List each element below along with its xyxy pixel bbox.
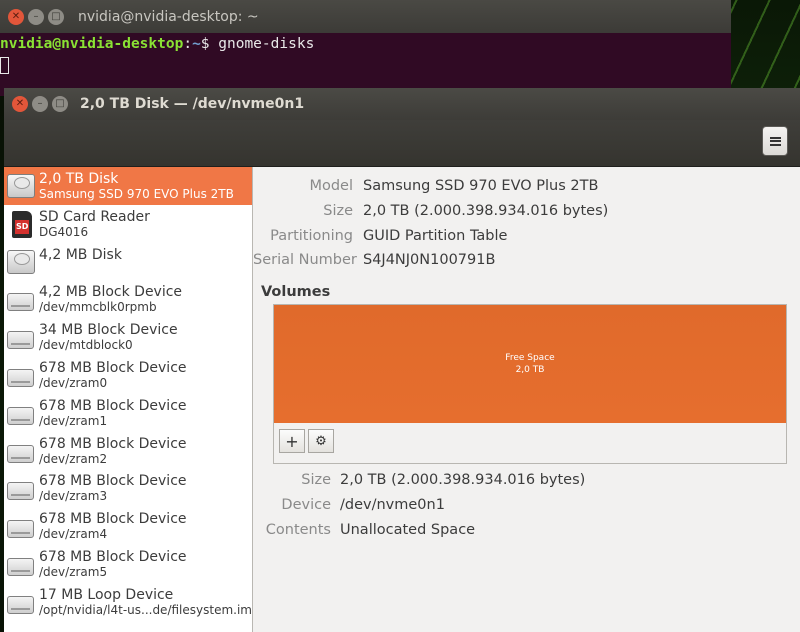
drive-icon [6,474,36,502]
drive-icon [6,323,36,351]
plus-icon: + [285,431,299,451]
device-list-item[interactable]: 678 MB Block Device/dev/zram0 [4,356,252,394]
device-detail: /dev/zram5 [39,564,108,579]
hamburger-menu-icon [769,136,781,146]
partitioning-label: Partitioning [270,228,353,244]
device-name: SD Card Reader [39,208,150,225]
device-list-item[interactable]: 4,2 MB Disk [4,243,252,281]
terminal-line: nvidia@nvidia-desktop:~$ gnome-disks [0,36,731,52]
device-list-item[interactable]: 34 MB Block Device/dev/mtdblock0 [4,318,252,356]
device-detail: /dev/zram1 [39,413,108,428]
device-list-item[interactable]: 678 MB Block Device/dev/zram5 [4,545,252,583]
device-list-item[interactable]: 678 MB Block Device/dev/zram1 [4,394,252,432]
menu-button[interactable] [762,126,788,156]
volume-size-label: Size [301,472,331,488]
device-name: 4,2 MB Block Device [39,284,183,301]
drive-icon [6,512,36,540]
volume-contents-label: Contents [265,522,331,538]
drive-icon [6,285,36,313]
drive-icon [6,399,36,427]
terminal-command: gnome-disks [218,36,315,52]
device-list-item[interactable]: 678 MB Block Device/dev/zram2 [4,432,252,470]
device-list-item[interactable]: 678 MB Block Device/dev/zram3 [4,469,252,507]
disks-titlebar[interactable]: ✕ – □ 2,0 TB Disk — /dev/nvme0n1 [4,88,800,120]
device-name: 678 MB Block Device [39,548,187,565]
volume-map: Free Space 2,0 TB + ⚙ [273,304,787,464]
disks-window-title: 2,0 TB Disk — /dev/nvme0n1 [80,96,305,112]
device-detail: /dev/mmcblk0rpmb [39,300,157,315]
prompt-separator: : [183,36,193,52]
partition-settings-button[interactable]: ⚙ [308,429,334,453]
model-value: Samsung SSD 970 EVO Plus 2TB [363,178,599,194]
disks-headerbar [4,120,800,167]
segment-size: 2,0 TB [515,365,545,375]
create-partition-button[interactable]: + [279,429,305,453]
volume-size-value: 2,0 TB (2.000.398.934.016 bytes) [340,472,586,488]
minimize-icon[interactable]: – [32,96,48,112]
sd-card-icon [6,210,36,238]
model-label: Model [309,178,353,194]
device-name: 678 MB Block Device [39,511,187,528]
maximize-icon[interactable]: □ [52,96,68,112]
terminal-cursor [0,57,9,74]
terminal-content[interactable]: nvidia@nvidia-desktop:~$ gnome-disks [0,33,731,78]
device-detail: /dev/zram4 [39,527,108,542]
size-label: Size [323,203,353,219]
volume-toolbar: + ⚙ [279,429,334,453]
disks-window[interactable]: ✕ – □ 2,0 TB Disk — /dev/nvme0n1 2,0 TB … [4,88,800,632]
terminal-window[interactable]: ✕ – □ nvidia@nvidia-desktop: ~ nvidia@nv… [0,0,731,96]
device-list-item[interactable]: 2,0 TB Disk Samsung SSD 970 EVO Plus 2TB [4,167,252,205]
device-list-item[interactable]: 4,2 MB Block Device/dev/mmcblk0rpmb [4,280,252,318]
close-icon[interactable]: ✕ [8,8,24,25]
device-detail: /dev/zram3 [39,489,108,504]
prompt-dollar: $ [200,36,219,52]
volumes-heading: Volumes [261,284,331,300]
device-detail: /dev/mtdblock0 [39,338,133,353]
volume-device-value: /dev/nvme0n1 [340,497,445,513]
size-value: 2,0 TB (2.000.398.934.016 bytes) [363,203,609,219]
segment-name: Free Space [505,353,555,363]
device-detail: /opt/nvidia/l4t-us...de/filesystem.img [39,602,253,617]
drive-icon [6,361,36,389]
disk-details: Model Samsung SSD 970 EVO Plus 2TB Size … [253,167,800,632]
device-detail: /dev/zram2 [39,451,108,466]
volume-contents-value: Unallocated Space [340,522,476,538]
hard-disk-icon [6,248,36,276]
close-icon[interactable]: ✕ [12,96,28,112]
device-detail: Samsung SSD 970 EVO Plus 2TB [39,187,234,201]
minimize-icon[interactable]: – [28,8,44,25]
drive-icon [6,437,36,465]
device-name: 678 MB Block Device [39,397,187,414]
volume-device-label: Device [281,497,331,513]
device-name: 34 MB Block Device [39,322,178,339]
device-name: 678 MB Block Device [39,359,187,376]
terminal-titlebar[interactable]: ✕ – □ nvidia@nvidia-desktop: ~ [0,0,731,33]
device-list[interactable]: 2,0 TB Disk Samsung SSD 970 EVO Plus 2TB S… [4,167,253,632]
device-list-item[interactable]: 17 MB Loop Device/opt/nvidia/l4t-us...de… [4,583,252,621]
device-list-item[interactable]: SD Card ReaderDG4016 [4,205,252,243]
device-name: 4,2 MB Disk [39,246,122,263]
device-name: 678 MB Block Device [39,473,187,490]
drive-icon [6,588,36,616]
serial-value: S4J4NJ0N100791B [363,252,496,268]
serial-label: Serial Number [253,252,357,268]
terminal-title: nvidia@nvidia-desktop: ~ [78,8,259,25]
device-name: 17 MB Loop Device [39,586,174,603]
prompt-user: nvidia@nvidia-desktop [0,36,184,52]
device-name: 678 MB Block Device [39,435,187,452]
gears-icon: ⚙ [315,433,327,449]
device-detail: DG4016 [39,224,89,239]
prompt-path: ~ [192,36,201,52]
free-space-segment[interactable]: Free Space 2,0 TB [274,305,786,423]
device-detail: /dev/zram0 [39,375,108,390]
hard-disk-icon [6,172,36,200]
device-list-item[interactable]: 678 MB Block Device/dev/zram4 [4,507,252,545]
device-name: 2,0 TB Disk [39,171,119,187]
partitioning-value: GUID Partition Table [363,228,508,244]
drive-icon [6,550,36,578]
maximize-icon[interactable]: □ [48,8,64,25]
